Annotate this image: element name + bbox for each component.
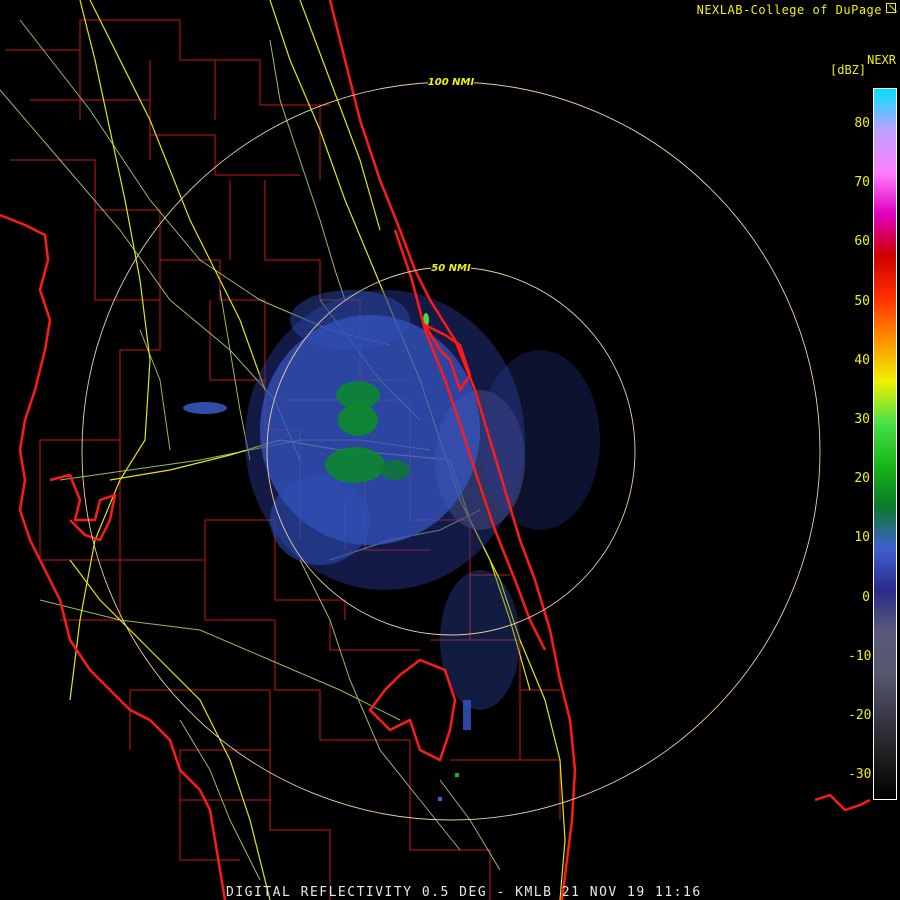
color-scale-tick: 80 — [854, 116, 870, 131]
echo-blue-speck — [438, 797, 442, 801]
units-label: [dBZ] — [830, 63, 867, 77]
echo-blue-southwest — [270, 475, 370, 565]
echo-green-east — [380, 460, 410, 480]
color-scale-bar — [873, 88, 897, 800]
color-scale-tick: -10 — [848, 648, 872, 664]
range-ring-50-label: 50 NMI — [431, 263, 471, 274]
color-scale-tick: 30 — [854, 412, 870, 427]
echo-green-speck — [455, 773, 459, 777]
color-scale-tick: 40 — [854, 352, 870, 368]
credit-label: NEXLAB-College of DuPage — [696, 3, 882, 17]
color-scale-tick: 10 — [854, 530, 870, 546]
product-label: NEXR — [867, 53, 896, 67]
color-scale-tick: 50 — [854, 293, 870, 309]
color-scale-tick: 20 — [854, 471, 870, 487]
echo-blue-east — [480, 350, 600, 530]
color-scale-tick: 0 — [862, 589, 870, 605]
echo-blue-north — [290, 290, 410, 350]
product-description: DIGITAL REFLECTIVITY 0.5 DEG - KMLB 21 N… — [226, 885, 702, 900]
radar-map: 100 NMI 50 NMI — [0, 0, 871, 900]
echo-blue-streak — [463, 700, 471, 730]
color-scale-tick: -20 — [848, 708, 872, 723]
echo-green-central — [338, 404, 378, 436]
echo-blue-far-west — [183, 402, 227, 414]
range-ring-100-label: 100 NMI — [428, 77, 475, 88]
color-scale-tick: 60 — [854, 234, 870, 250]
echo-green-south — [325, 447, 385, 483]
color-scale-tick: 70 — [854, 175, 870, 191]
external-link-icon[interactable] — [886, 3, 896, 13]
color-scale-tick: -30 — [848, 767, 872, 783]
